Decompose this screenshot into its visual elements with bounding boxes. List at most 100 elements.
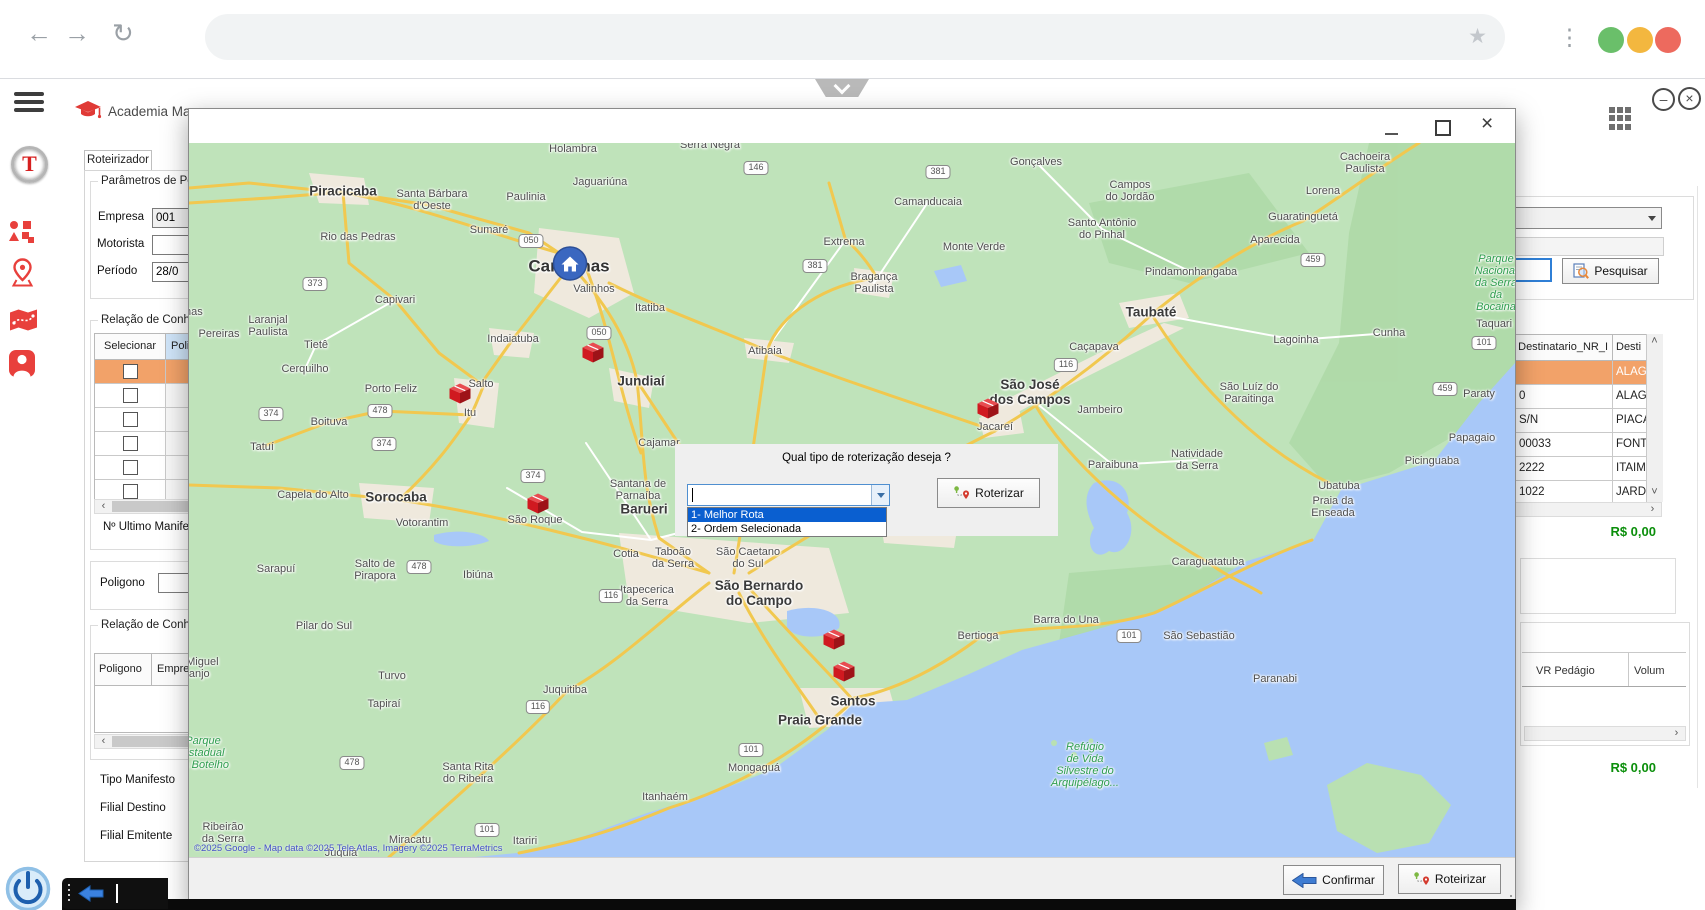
motorista-label: Motorista — [97, 238, 144, 250]
t-brand-logo[interactable]: T — [11, 146, 48, 183]
map-label: Votorantim — [396, 517, 449, 529]
notification-pull-tab[interactable] — [815, 79, 869, 97]
map-pin-icon[interactable] — [11, 258, 34, 292]
taskbar[interactable] — [62, 878, 168, 909]
h-scrollbar[interactable]: › — [1524, 726, 1686, 741]
back-icon[interactable]: ← — [26, 20, 52, 46]
col-destinatario[interactable]: Desti — [1613, 335, 1647, 360]
map-label: São Miguel Arcanjo — [189, 656, 219, 680]
package-marker[interactable] — [975, 396, 1002, 426]
scroll-right-icon[interactable]: › — [1645, 503, 1660, 516]
bookmark-star-icon[interactable]: ★ — [1468, 24, 1487, 49]
map-label: Sarapuí — [257, 563, 296, 575]
road-shield: 381 — [925, 165, 950, 179]
checkbox[interactable] — [123, 388, 138, 403]
col-poligono[interactable]: Poligono — [95, 654, 152, 685]
map-label: Extrema — [824, 236, 865, 248]
tab-roteirizador[interactable]: Roteirizador — [84, 150, 152, 170]
road-shield: 459 — [1432, 382, 1457, 396]
window-dot-red[interactable] — [1655, 27, 1681, 53]
hamburger-menu-icon[interactable] — [14, 92, 44, 114]
scroll-left-icon[interactable]: ‹ — [96, 500, 111, 513]
forward-icon[interactable]: → — [64, 20, 90, 46]
chevron-down-icon — [834, 78, 851, 95]
map-label: Cerquilho — [281, 363, 328, 375]
col-volume[interactable]: Volum — [1634, 665, 1665, 677]
address-bar[interactable]: ★ — [205, 14, 1505, 60]
dialog-maximize-icon[interactable] — [1435, 120, 1451, 136]
package-marker[interactable] — [525, 491, 552, 521]
dialog-minimize-icon[interactable] — [1385, 133, 1398, 135]
url-input[interactable] — [225, 25, 1429, 51]
road-shield: 374 — [520, 469, 545, 483]
reload-icon[interactable]: ↻ — [112, 20, 134, 46]
map-label: Monte Verde — [943, 241, 1005, 253]
v-scrollbar[interactable]: ˄ ˅ — [1646, 334, 1663, 502]
scroll-up-icon[interactable]: ˄ — [1647, 335, 1662, 348]
map-label: Rio das Pedras — [320, 231, 395, 243]
scroll-right-icon[interactable]: › — [1669, 727, 1684, 740]
checkbox[interactable] — [123, 460, 138, 475]
window-dot-green[interactable] — [1598, 27, 1624, 53]
back-arrow-icon[interactable] — [78, 885, 104, 902]
map-label: São José dos Campos — [989, 378, 1070, 408]
pesquisar-button[interactable]: Pesquisar — [1562, 258, 1659, 284]
route-map-icon[interactable] — [9, 308, 38, 337]
group-parametros-label: Parâmetros de Pe — [98, 175, 197, 187]
road-shield: 374 — [258, 407, 283, 421]
map-label: Cajamar — [638, 437, 680, 449]
combo-dropdown-button[interactable] — [871, 485, 889, 505]
map-label: Paraty — [1463, 388, 1495, 400]
window-dot-yellow[interactable] — [1627, 27, 1653, 53]
package-marker[interactable] — [580, 340, 607, 370]
map-label: Serra Negra — [680, 143, 740, 151]
col-selecionar[interactable]: Selecionar — [95, 334, 166, 359]
scroll-down-icon[interactable]: ˅ — [1647, 486, 1662, 499]
map-label: Holambra — [549, 143, 597, 155]
map-label: Itanhaém — [642, 791, 688, 803]
dialog-close-icon[interactable]: × — [1481, 112, 1493, 136]
checkbox[interactable] — [123, 364, 138, 379]
map-label: Paraibuna — [1088, 459, 1138, 471]
dropdown-option[interactable]: 1- Melhor Rota — [688, 508, 886, 522]
package-marker[interactable] — [447, 381, 474, 411]
checkbox[interactable] — [123, 484, 138, 499]
map-label: Itariri — [513, 835, 537, 847]
person-icon[interactable] — [9, 350, 35, 382]
map-label: Picinguaba — [1405, 455, 1459, 467]
drag-handle-icon[interactable] — [68, 884, 70, 904]
group-relacao2-label: Relação de Conhe — [98, 619, 199, 631]
package-marker[interactable] — [821, 627, 848, 657]
apps-grid-icon[interactable] — [1609, 107, 1632, 130]
app-close-icon[interactable]: × — [1678, 87, 1701, 110]
dropdown-option[interactable]: 2- Ordem Selecionada — [688, 522, 886, 536]
map-label: Ibiúna — [463, 569, 493, 581]
route-type-combobox[interactable] — [687, 484, 890, 506]
map-label: Parque Estadual os Botelho — [189, 735, 229, 771]
home-marker[interactable] — [552, 245, 588, 286]
browser-menu-icon[interactable]: ⋮ — [1558, 24, 1581, 51]
map-label: Gonçalves — [1010, 156, 1062, 168]
confirmar-button[interactable]: Confirmar — [1283, 865, 1384, 895]
categories-icon[interactable] — [9, 220, 35, 249]
map-label: Taboão da Serra — [652, 546, 694, 570]
checkbox[interactable] — [123, 412, 138, 427]
col-vr-pedagio[interactable]: VR Pedágio — [1536, 665, 1595, 677]
map-label: Sumaré — [470, 224, 509, 236]
scroll-left-icon[interactable]: ‹ — [96, 735, 111, 748]
checkbox[interactable] — [123, 436, 138, 451]
package-marker[interactable] — [831, 659, 858, 689]
roterizar-button[interactable]: Roterizar — [937, 478, 1040, 508]
panel-edge — [1697, 186, 1698, 788]
map-label: Cunha — [1373, 327, 1405, 339]
map-label: Lorena — [1306, 185, 1340, 197]
map-label: Paulinia — [506, 191, 545, 203]
map-label: Papagaio — [1449, 432, 1496, 444]
road-shield: 050 — [518, 234, 543, 248]
map-label: Itatiba — [635, 302, 665, 314]
map-label: Tatuí — [250, 441, 274, 453]
power-icon[interactable] — [5, 866, 51, 910]
app-minimize-icon[interactable]: – — [1652, 88, 1675, 111]
empresa-label: Empresa — [98, 211, 144, 223]
roteirizar-button[interactable]: Roteirizar — [1398, 864, 1501, 894]
